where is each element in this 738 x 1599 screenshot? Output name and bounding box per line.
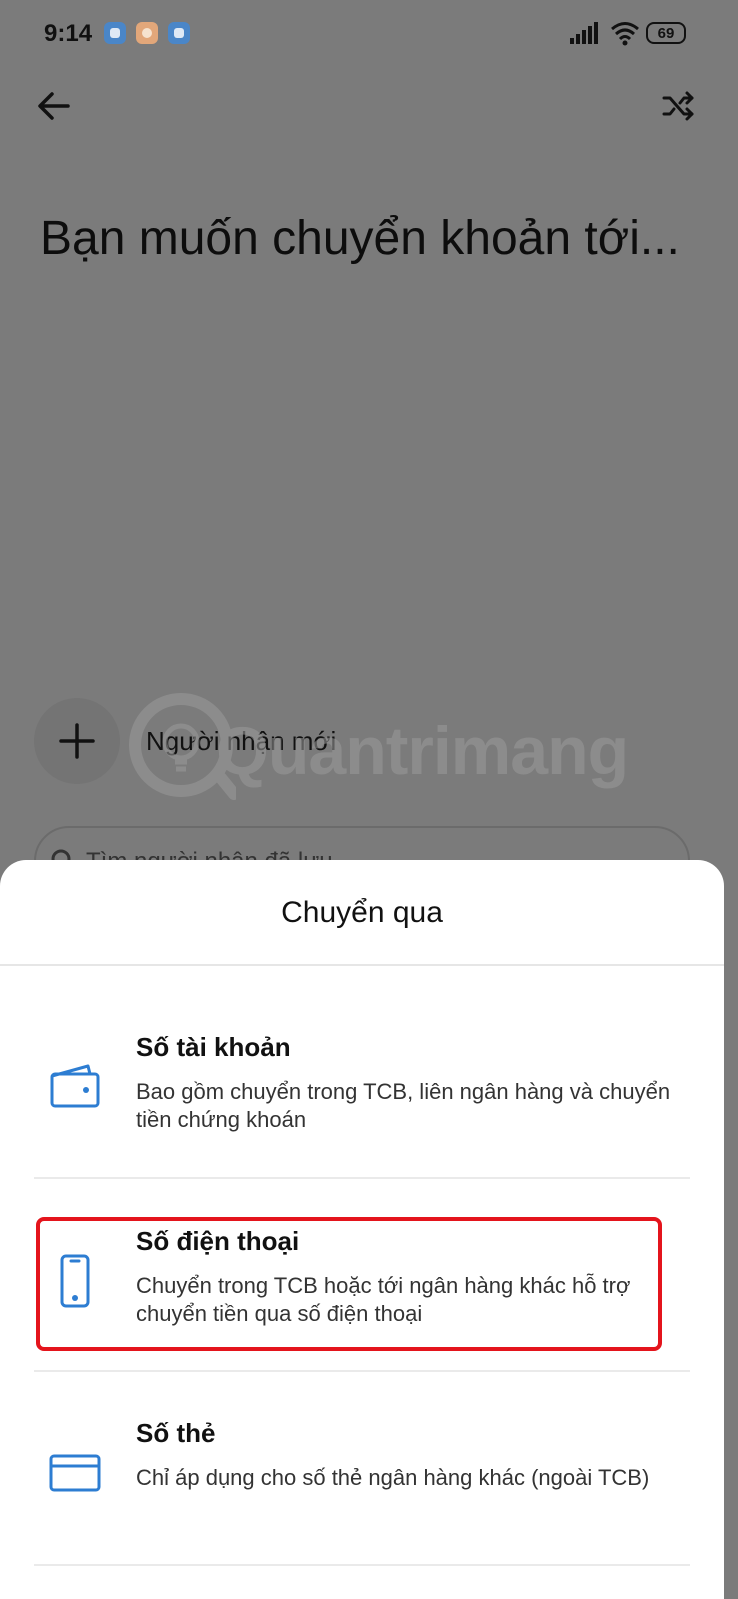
- notification-icon: [104, 22, 126, 44]
- option-title: Số tài khoản: [136, 1032, 291, 1062]
- option-card-number[interactable]: Số thẻ Chỉ áp dụng cho số thẻ ngân hàng …: [34, 1398, 690, 1548]
- shuffle-icon[interactable]: [660, 88, 696, 124]
- wallet-icon: [50, 1064, 100, 1108]
- wifi-icon: [611, 22, 639, 46]
- plus-icon: [59, 723, 95, 759]
- back-arrow-icon[interactable]: [34, 86, 74, 126]
- divider: [34, 1177, 690, 1179]
- screen: 9:14 69 Bạn muốn chuyển khoản tới... Ngư…: [0, 0, 738, 1599]
- page-title: Bạn muốn chuyển khoản tới...: [40, 212, 680, 265]
- divider: [34, 1564, 690, 1566]
- divider: [34, 1370, 690, 1372]
- sheet-title: Chuyển qua: [281, 896, 443, 929]
- status-bar: 9:14 69: [0, 0, 738, 70]
- watermark-logo: Quantrimang: [126, 690, 646, 800]
- divider: [0, 964, 724, 966]
- highlight-box: [36, 1217, 662, 1351]
- option-title: Số thẻ: [136, 1418, 216, 1448]
- transfer-method-sheet: Chuyển qua Số tài khoản Bao gồm chuyển t…: [0, 860, 724, 1599]
- option-description: Chỉ áp dụng cho số thẻ ngân hàng khác (n…: [136, 1465, 650, 1490]
- option-account-number[interactable]: Số tài khoản Bao gồm chuyển trong TCB, l…: [34, 1012, 690, 1162]
- signal-icon: [570, 22, 602, 44]
- notification-icon: [168, 22, 190, 44]
- battery-indicator: 69: [646, 22, 686, 44]
- status-time: 9:14: [44, 20, 93, 47]
- card-icon: [49, 1454, 101, 1492]
- notification-icon: [136, 22, 158, 44]
- option-description: Bao gồm chuyển trong TCB, liên ngân hàng…: [136, 1079, 671, 1132]
- watermark-text: Quantrimang: [216, 713, 629, 789]
- add-recipient-button[interactable]: [34, 698, 120, 784]
